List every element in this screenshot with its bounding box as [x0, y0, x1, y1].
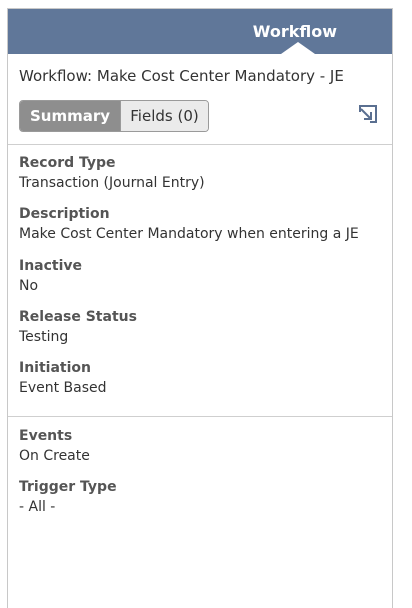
section-divider	[8, 144, 392, 145]
field-label: Record Type	[19, 155, 116, 171]
tab-pointer	[281, 42, 315, 54]
field-events: Events On Create	[19, 428, 90, 465]
field-trigger-type: Trigger Type - All -	[19, 479, 117, 516]
field-label: Description	[19, 206, 110, 222]
panel-header: Workflow	[8, 9, 392, 54]
section-divider	[8, 416, 392, 417]
field-label: Events	[19, 428, 73, 444]
field-label: Trigger Type	[19, 479, 117, 495]
field-release-status: Release Status Testing	[19, 309, 137, 346]
field-value: Transaction (Journal Entry)	[19, 175, 205, 191]
view-tabs: Summary Fields (0)	[19, 100, 209, 132]
field-value: - All -	[19, 499, 56, 515]
field-value: Event Based	[19, 380, 107, 396]
tab-summary[interactable]: Summary	[20, 101, 120, 131]
workflow-title: Workflow: Make Cost Center Mandatory - J…	[19, 67, 344, 85]
workflow-tab[interactable]: Workflow	[253, 22, 337, 41]
tab-fields[interactable]: Fields (0)	[120, 101, 208, 131]
field-label: Inactive	[19, 258, 83, 274]
field-description: Description Make Cost Center Mandatory w…	[19, 206, 359, 243]
field-inactive: Inactive No	[19, 258, 82, 295]
field-value: No	[19, 278, 39, 294]
field-record-type: Record Type Transaction (Journal Entry)	[19, 155, 205, 192]
field-label: Release Status	[19, 309, 137, 325]
workflow-panel: Workflow Workflow: Make Cost Center Mand…	[7, 8, 393, 608]
field-value: On Create	[19, 448, 90, 464]
field-value: Make Cost Center Mandatory when entering…	[19, 226, 359, 242]
field-label: Initiation	[19, 360, 91, 376]
field-value: Testing	[19, 329, 69, 345]
open-in-new-icon[interactable]	[357, 103, 379, 125]
field-initiation: Initiation Event Based	[19, 360, 107, 397]
